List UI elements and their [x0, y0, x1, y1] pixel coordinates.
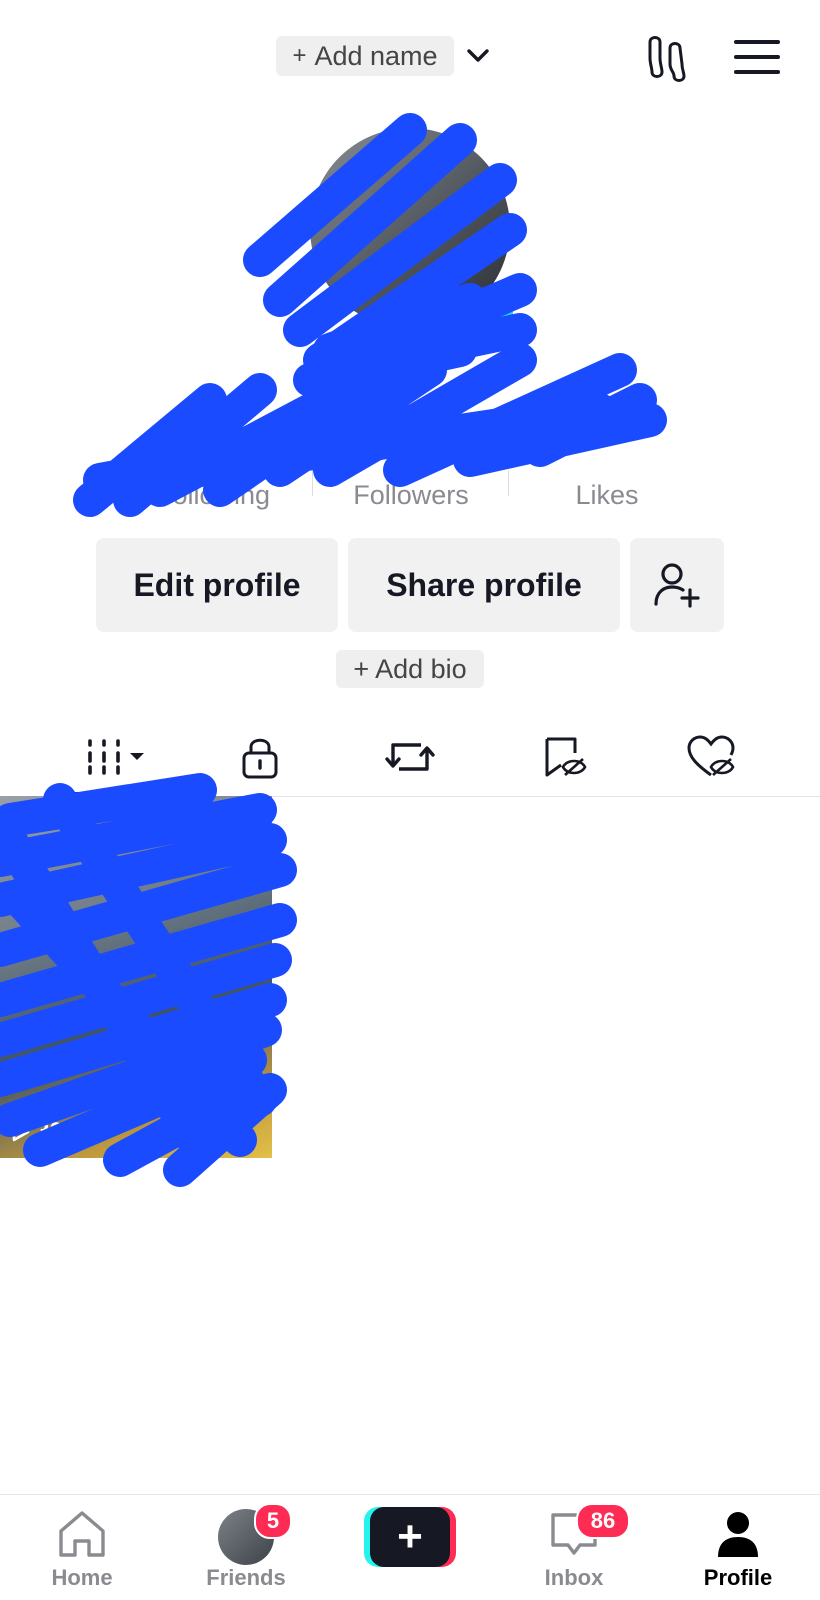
friends-badge: 5	[254, 1503, 292, 1539]
home-icon	[59, 1511, 105, 1557]
redaction-overlay	[0, 113, 667, 1187]
nav-friends-label: Friends	[206, 1565, 286, 1590]
bottom-nav: Home 5 Friends + 86 Inbox Profile	[0, 1494, 820, 1600]
nav-create[interactable]: +	[328, 1495, 492, 1600]
nav-profile[interactable]: Profile	[656, 1495, 820, 1600]
nav-home[interactable]: Home	[0, 1495, 164, 1600]
profile-screen: + Add name Following Followers Likes Edi…	[0, 0, 820, 1600]
inbox-badge: 86	[576, 1503, 630, 1539]
nav-home-label: Home	[51, 1565, 113, 1590]
create-plus-icon: +	[370, 1507, 450, 1567]
nav-inbox[interactable]: 86 Inbox	[492, 1495, 656, 1600]
create-button[interactable]: +	[364, 1507, 456, 1567]
nav-friends[interactable]: 5 Friends	[164, 1495, 328, 1600]
profile-icon	[718, 1512, 758, 1557]
nav-inbox-label: Inbox	[544, 1565, 604, 1590]
nav-profile-label: Profile	[703, 1565, 773, 1590]
